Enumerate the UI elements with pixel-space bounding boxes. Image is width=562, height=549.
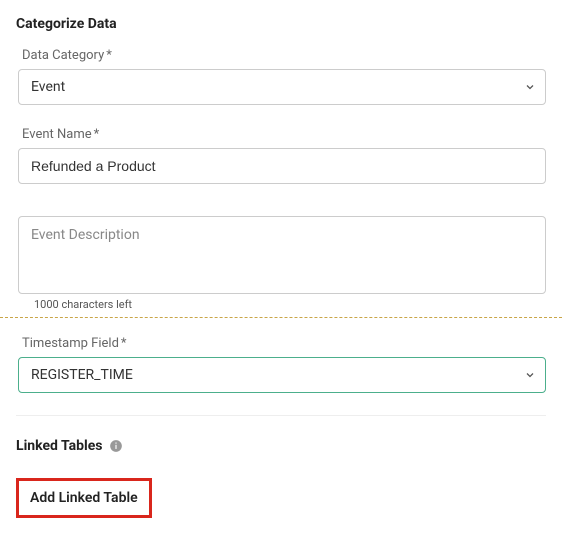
required-asterisk: * — [94, 127, 100, 142]
timestamp-field-select[interactable]: REGISTER_TIME — [18, 357, 546, 393]
data-category-label-text: Data Category — [22, 48, 104, 63]
timestamp-field-label-text: Timestamp Field — [22, 336, 119, 351]
data-category-group: Data Category* Event — [16, 48, 546, 105]
timestamp-field-label: Timestamp Field* — [18, 336, 546, 351]
timestamp-field-value: REGISTER_TIME — [31, 358, 133, 392]
event-description-textarea[interactable]: Event Description — [18, 216, 546, 294]
dashed-divider — [0, 317, 562, 318]
section-title: Categorize Data — [16, 16, 546, 32]
add-linked-table-label: Add Linked Table — [30, 490, 138, 506]
characters-left: 1000 characters left — [18, 298, 546, 311]
required-asterisk: * — [121, 336, 127, 351]
add-linked-table-button[interactable]: Add Linked Table — [16, 478, 152, 518]
data-category-select[interactable]: Event — [18, 69, 546, 105]
required-asterisk: * — [106, 48, 112, 63]
event-name-label-text: Event Name — [22, 127, 92, 142]
event-name-group: Event Name* — [16, 127, 546, 184]
linked-tables-title: Linked Tables — [16, 438, 103, 454]
linked-tables-header: Linked Tables — [16, 438, 546, 454]
info-icon — [109, 439, 123, 453]
thin-divider — [16, 415, 546, 416]
event-name-label: Event Name* — [18, 127, 546, 142]
data-category-value: Event — [31, 70, 65, 104]
event-description-placeholder: Event Description — [31, 227, 140, 243]
event-description-group: Event Description 1000 characters left — [16, 216, 546, 311]
event-name-input[interactable] — [18, 148, 546, 184]
timestamp-field-group: Timestamp Field* REGISTER_TIME — [16, 336, 546, 393]
data-category-label: Data Category* — [18, 48, 546, 63]
